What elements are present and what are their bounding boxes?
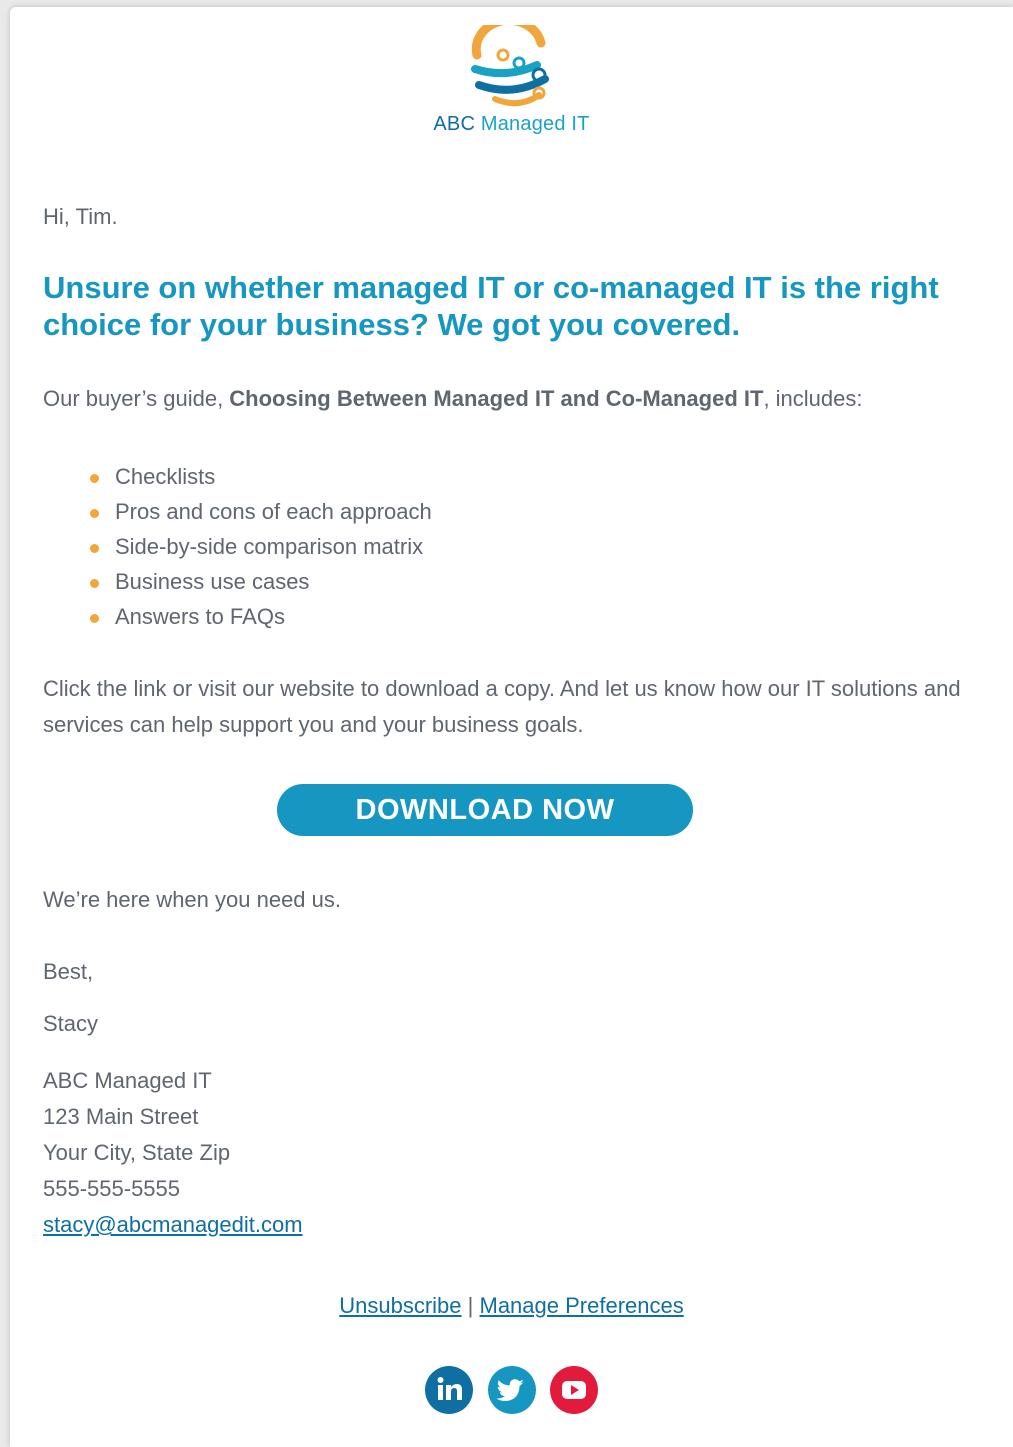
download-now-button[interactable]: DOWNLOAD NOW <box>277 784 693 836</box>
bullet-icon <box>90 544 99 553</box>
manage-preferences-link[interactable]: Manage Preferences <box>480 1293 684 1318</box>
list-item: Answers to FAQs <box>90 599 432 634</box>
signature-name: Stacy <box>43 1011 99 1036</box>
signoff: Best, <box>43 959 94 984</box>
linkedin-icon[interactable] <box>425 1366 474 1414</box>
youtube-icon[interactable] <box>549 1366 598 1414</box>
footer-links: Unsubscribe | Manage Preferences <box>10 1293 1013 1319</box>
list-item: Business use cases <box>90 564 432 599</box>
logo-text-abc: ABC <box>433 113 476 135</box>
bullet-icon <box>90 474 99 483</box>
list-item-text: Checklists <box>115 464 216 489</box>
cta-paragraph: Click the link or visit our website to d… <box>43 676 961 737</box>
logo-text-managed-it: Managed IT <box>480 113 590 135</box>
address-company: ABC Managed IT <box>43 1068 212 1093</box>
list-item: Checklists <box>90 459 432 494</box>
bullet-icon <box>90 579 99 588</box>
brand-logo: ABC Managed IT <box>10 25 1013 136</box>
email-body: ABC Managed IT Hi, Tim. Unsure on whethe… <box>10 7 1013 1447</box>
unsubscribe-link[interactable]: Unsubscribe <box>339 1293 461 1318</box>
address-street: 123 Main Street <box>43 1104 199 1129</box>
list-item-text: Pros and cons of each approach <box>115 499 432 524</box>
bullet-icon <box>90 614 99 623</box>
intro-suffix: , includes: <box>763 386 863 411</box>
intro-paragraph: Our buyer’s guide, Choosing Between Mana… <box>43 381 983 417</box>
logo-graphic <box>470 25 549 107</box>
list-item: Pros and cons of each approach <box>90 494 432 529</box>
guide-title: Choosing Between Managed IT and Co-Manag… <box>229 386 764 411</box>
greeting: Hi, Tim. <box>43 204 118 229</box>
logo-text: ABC Managed IT <box>10 113 1013 136</box>
intro-prefix: Our buyer’s guide, <box>43 386 230 411</box>
signature-address: ABC Managed IT 123 Main Street Your City… <box>43 1063 303 1243</box>
headline: Unsure on whether managed IT or co-manag… <box>43 270 939 342</box>
address-phone: 555-555-5555 <box>43 1176 181 1201</box>
address-city: Your City, State Zip <box>43 1140 231 1165</box>
list-item-text: Business use cases <box>115 569 310 594</box>
list-item: Side-by-side comparison matrix <box>90 529 432 564</box>
bullet-icon <box>90 509 99 518</box>
email-link[interactable]: stacy@abcmanagedit.com <box>43 1212 303 1237</box>
feature-list: Checklists Pros and cons of each approac… <box>90 459 432 634</box>
social-icons <box>10 1366 1013 1414</box>
list-item-text: Side-by-side comparison matrix <box>115 534 424 559</box>
twitter-icon[interactable] <box>487 1366 536 1414</box>
footer-separator: | <box>467 1293 474 1318</box>
list-item-text: Answers to FAQs <box>115 604 285 629</box>
closing-text: We’re here when you need us. <box>43 887 341 912</box>
